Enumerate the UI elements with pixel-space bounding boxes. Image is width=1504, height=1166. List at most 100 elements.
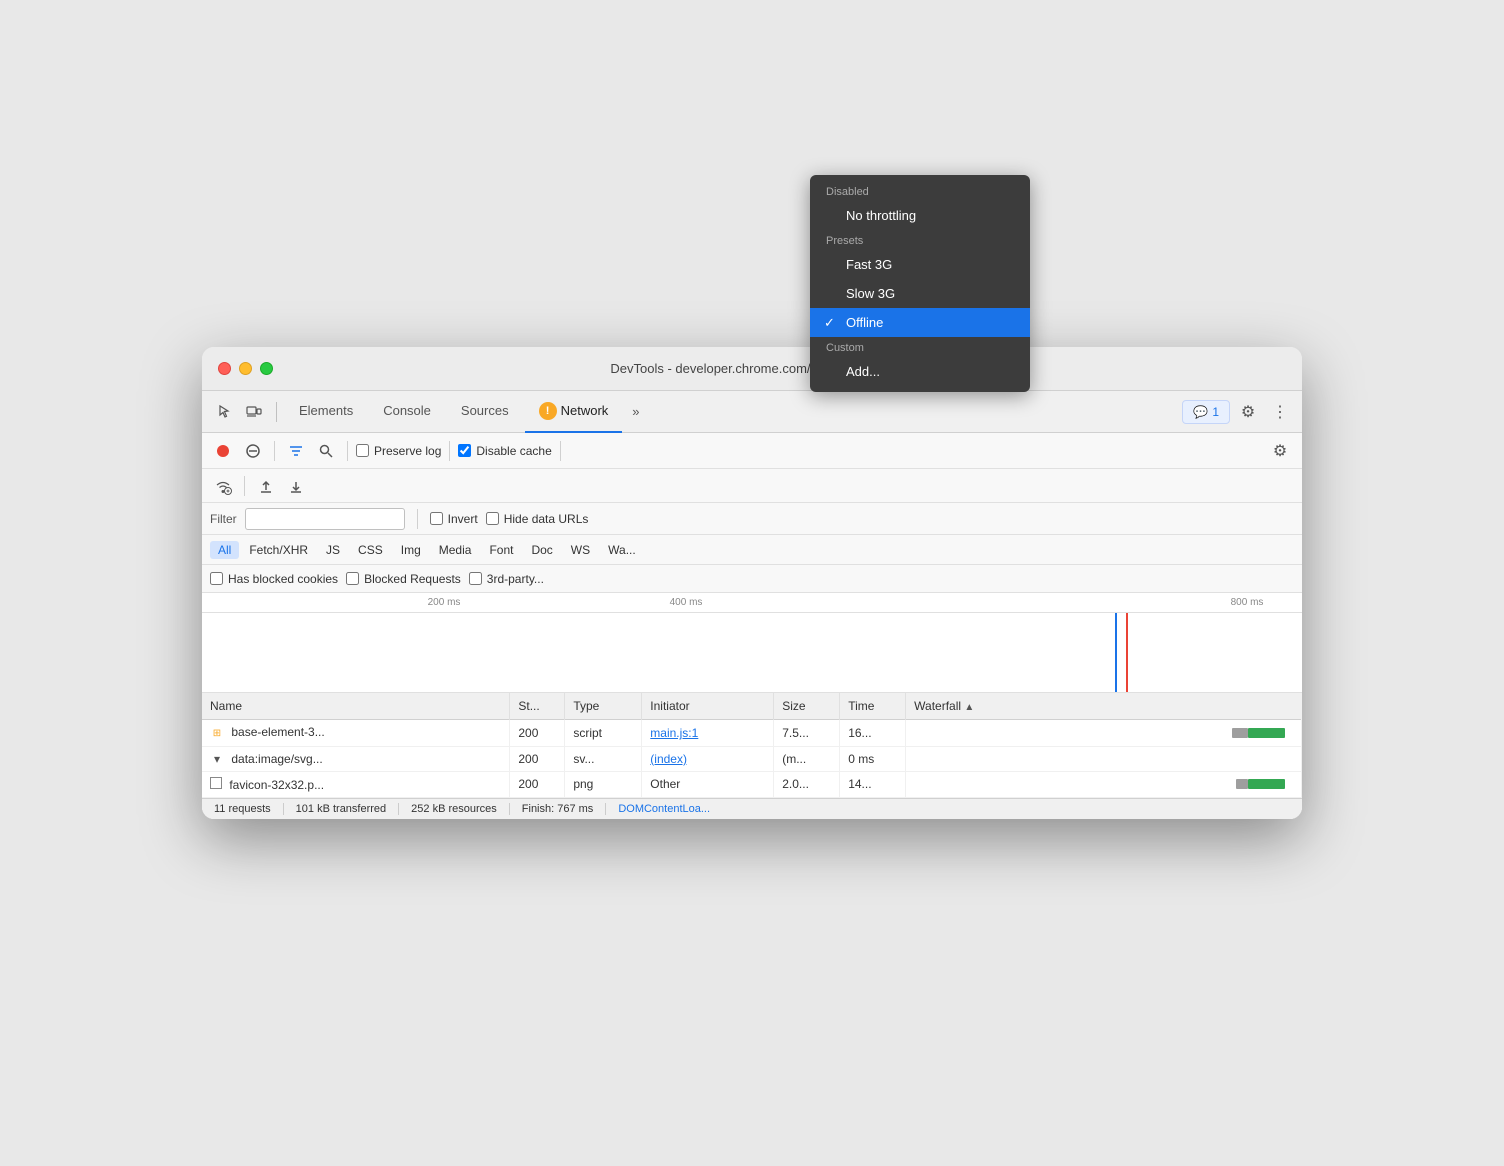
tab-sources[interactable]: Sources [447,391,523,433]
feedback-button[interactable]: 💬 1 [1182,400,1230,424]
row-3-name: favicon-32x32.p... [202,771,510,797]
more-options-button[interactable]: ⋮ [1266,398,1294,426]
tab-console[interactable]: Console [369,391,445,433]
has-blocked-cookies-checkbox[interactable]: Has blocked cookies [210,572,338,586]
type-tab-font[interactable]: Font [481,541,521,559]
wifi-settings-icon-btn[interactable] [210,473,236,499]
row-3-waterfall [906,771,1302,797]
network-settings-icon: ⚙ [1273,441,1287,461]
type-tab-all-label: All [218,543,231,557]
table-row[interactable]: ⊞ base-element-3... 200 script main.js:1… [202,720,1302,747]
preserve-log-checkbox[interactable]: Preserve log [356,444,441,458]
network-table-container: Name St... Type Initiator Size [202,693,1302,798]
preserve-log-input[interactable] [356,444,369,457]
toolbar-sep-3 [449,441,450,461]
maximize-button[interactable] [260,362,273,375]
third-party-checkbox[interactable]: 3rd-party... [469,572,544,586]
status-transferred: 101 kB transferred [296,803,400,815]
more-options-icon: ⋮ [1272,402,1288,422]
row-3-time: 14... [840,771,906,797]
tab-elements-label: Elements [299,403,353,418]
row-2-icon: ▾ [210,752,224,766]
row-1-initiator-link[interactable]: main.js:1 [650,726,698,740]
upload-icon-btn[interactable] [253,473,279,499]
type-tab-ws-label: WS [571,543,590,557]
type-tab-js[interactable]: JS [318,541,348,559]
col-header-type[interactable]: Type [565,693,642,720]
status-bar: 11 requests 101 kB transferred 252 kB re… [202,798,1302,819]
toolbar-row-1: Preserve log Disable cache ⚙ [202,433,1302,469]
row-3-waterfall-gray [1236,779,1247,789]
more-tabs-icon: » [632,404,639,419]
has-blocked-row: Has blocked cookies Blocked Requests 3rd… [202,565,1302,593]
traffic-lights [218,362,273,375]
blocked-requests-checkbox[interactable]: Blocked Requests [346,572,461,586]
ruler-mark-400: 400 ms [670,597,703,608]
row-1-name: ⊞ base-element-3... [202,720,510,747]
col-header-waterfall[interactable]: Waterfall ▲ [906,693,1302,720]
type-tab-doc-label: Doc [531,543,552,557]
filter-icon-btn[interactable] [283,438,309,464]
tab-network-label: Network [561,403,609,418]
hide-data-urls-checkbox[interactable]: Hide data URLs [486,512,589,526]
close-button[interactable] [218,362,231,375]
invert-input[interactable] [430,512,443,525]
filter-input[interactable] [245,508,405,530]
tab-network[interactable]: ! Network [525,391,623,433]
status-dom-content[interactable]: DOMContentLoa... [618,803,722,815]
invert-checkbox[interactable]: Invert [430,512,478,526]
col-header-initiator[interactable]: Initiator [642,693,774,720]
type-tab-fetch[interactable]: Fetch/XHR [241,541,316,559]
search-button[interactable] [313,438,339,464]
disable-cache-input[interactable] [458,444,471,457]
third-party-label: 3rd-party... [487,572,544,586]
status-requests: 11 requests [214,803,284,815]
type-tab-img[interactable]: Img [393,541,429,559]
type-tab-doc[interactable]: Doc [523,541,560,559]
row-2-time: 0 ms [840,746,906,771]
row-1-status: 200 [510,720,565,747]
settings-button[interactable]: ⚙ [1234,398,1262,426]
row-2-initiator-link[interactable]: (index) [650,752,687,766]
clear-button[interactable] [240,438,266,464]
table-header: Name St... Type Initiator Size [202,693,1302,720]
row-1-size: 7.5... [774,720,840,747]
col-header-size[interactable]: Size [774,693,840,720]
row-2-waterfall-bar-container [914,753,1293,765]
blocked-requests-label: Blocked Requests [364,572,461,586]
record-button[interactable] [210,438,236,464]
table-row[interactable]: ▾ data:image/svg... 200 sv... (index) (m… [202,746,1302,771]
type-tab-all[interactable]: All [210,541,239,559]
row-1-waterfall-gray [1232,728,1247,738]
has-blocked-cookies-input[interactable] [210,572,223,585]
dropdown-item-add[interactable]: Add... [810,357,1030,386]
type-tab-wa[interactable]: Wa... [600,541,644,559]
blocked-requests-input[interactable] [346,572,359,585]
device-mode-icon[interactable] [240,398,268,426]
col-header-status[interactable]: St... [510,693,565,720]
row-2-name: ▾ data:image/svg... [202,746,510,771]
download-icon-btn[interactable] [283,473,309,499]
type-tab-ws[interactable]: WS [563,541,598,559]
third-party-input[interactable] [469,572,482,585]
table-body: ⊞ base-element-3... 200 script main.js:1… [202,720,1302,798]
minimize-button[interactable] [239,362,252,375]
tab-sources-label: Sources [461,403,509,418]
more-tabs-button[interactable]: » [624,398,647,426]
network-settings-button[interactable]: ⚙ [1266,437,1294,465]
tab-elements[interactable]: Elements [285,391,367,433]
hide-data-urls-input[interactable] [486,512,499,525]
disable-cache-checkbox[interactable]: Disable cache [458,444,551,458]
timeline-ruler: 200 ms 400 ms 800 ms [202,593,1302,613]
cursor-icon[interactable] [210,398,238,426]
type-tab-media[interactable]: Media [431,541,480,559]
row-1-waterfall-bar-container [914,727,1293,739]
type-tab-wa-label: Wa... [608,543,636,557]
row-3-type: png [565,771,642,797]
col-header-name[interactable]: Name [202,693,510,720]
table-row[interactable]: favicon-32x32.p... 200 png Other 2.0... … [202,771,1302,797]
timeline-body [202,613,1302,693]
toolbar-sep-1 [274,441,275,461]
type-tab-css[interactable]: CSS [350,541,391,559]
col-header-time[interactable]: Time [840,693,906,720]
